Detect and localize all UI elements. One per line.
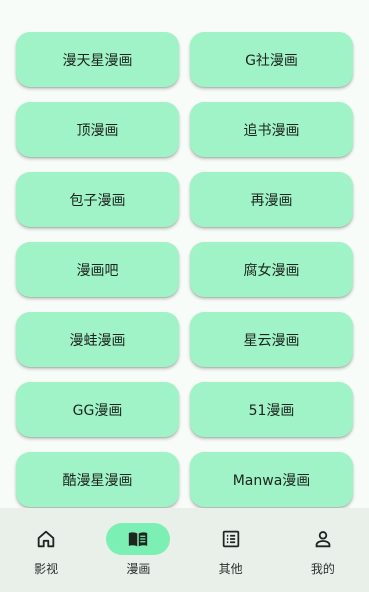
source-tile[interactable]: 漫画吧 xyxy=(16,242,179,297)
source-tile[interactable]: 漫蛙漫画 xyxy=(16,312,179,367)
home-icon xyxy=(14,523,78,555)
source-tile[interactable]: 再漫画 xyxy=(190,172,353,227)
person-icon xyxy=(291,523,355,555)
book-icon xyxy=(106,523,171,555)
source-tile[interactable]: 腐女漫画 xyxy=(190,242,353,297)
nav-item-other[interactable]: 其他 xyxy=(185,508,277,592)
source-tile[interactable]: 星云漫画 xyxy=(190,312,353,367)
nav-label: 影视 xyxy=(34,562,59,576)
nav-item-video[interactable]: 影视 xyxy=(0,508,92,592)
source-tile[interactable]: 51漫画 xyxy=(190,382,353,437)
nav-label: 漫画 xyxy=(126,562,151,576)
source-tile[interactable]: 顶漫画 xyxy=(16,102,179,157)
source-tile[interactable]: 酷漫星漫画 xyxy=(16,452,179,507)
source-tile[interactable]: 追书漫画 xyxy=(190,102,353,157)
source-tile[interactable]: 漫天星漫画 xyxy=(16,32,179,87)
nav-label: 其他 xyxy=(218,562,243,576)
screen: 漫天星漫画 G社漫画 顶漫画 追书漫画 包子漫画 再漫画 漫画吧 腐女漫画 漫蛙… xyxy=(0,0,369,592)
source-tile[interactable]: G社漫画 xyxy=(190,32,353,87)
bottom-navigation: 影视 漫画 其他 我的 xyxy=(0,508,369,592)
source-tile[interactable]: 包子漫画 xyxy=(16,172,179,227)
nav-label: 我的 xyxy=(310,562,335,576)
nav-item-mine[interactable]: 我的 xyxy=(277,508,369,592)
source-tile[interactable]: GG漫画 xyxy=(16,382,179,437)
source-tile[interactable]: Manwa漫画 xyxy=(190,452,353,507)
nav-item-comic[interactable]: 漫画 xyxy=(92,508,184,592)
comic-source-grid: 漫天星漫画 G社漫画 顶漫画 追书漫画 包子漫画 再漫画 漫画吧 腐女漫画 漫蛙… xyxy=(16,32,353,507)
list-icon xyxy=(199,523,263,555)
